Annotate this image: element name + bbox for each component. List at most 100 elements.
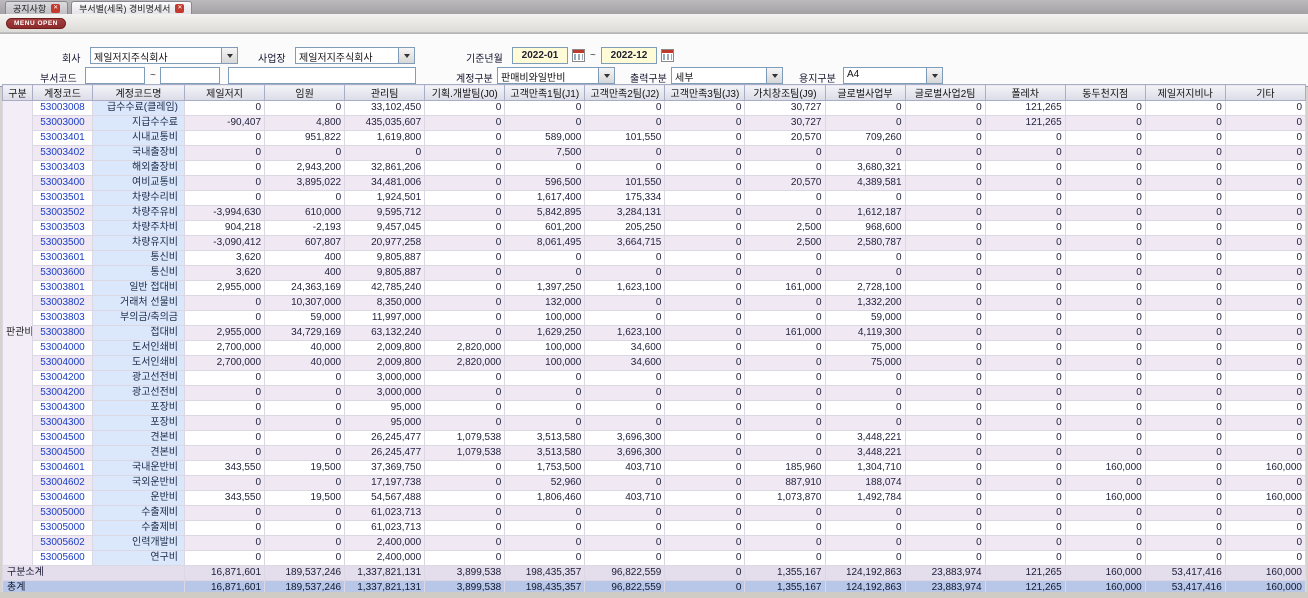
column-header[interactable]: 가치창조팀(J9) [744,84,826,101]
grid-cell[interactable]: 0 [584,265,666,281]
grid-cell[interactable]: 0 [1144,520,1226,536]
grid-cell[interactable]: 0 [904,355,986,371]
account-name-cell[interactable]: 견본비 [92,430,185,446]
grid-cell[interactable]: 101,550 [584,130,666,146]
table-row[interactable]: 53003801 일반 접대비 2,955,000 24,363,169 42,785,… [3,280,1306,296]
grid-cell[interactable]: 8,350,000 [344,295,426,311]
grid-cell[interactable]: 0 [424,250,506,266]
grid-cell[interactable]: 5,842,895 [504,205,586,221]
account-code-cell[interactable]: 53003803 [32,310,93,326]
grid-cell[interactable]: 0 [264,535,346,551]
grid-cell[interactable]: 0 [1144,295,1226,311]
grid-cell[interactable]: 160,000 [1064,460,1146,476]
grid-cell[interactable]: 0 [1064,250,1146,266]
grid-cell[interactable]: 0 [424,385,506,401]
table-row[interactable]: 53003802 거래처 선물비 0 10,307,000 8,350,000 0 132,… [3,295,1306,311]
grid-cell[interactable]: 0 [1064,100,1146,116]
grid-cell[interactable]: 0 [1224,340,1306,356]
table-row[interactable]: 53005000 수출제비 0 0 61,023,713 0 0 0 0 0 0 0 0 0 0 0 [3,505,1306,521]
grid-cell[interactable]: 0 [664,580,746,592]
grid-cell[interactable]: 0 [824,250,906,266]
table-row[interactable]: 53003800 접대비 2,955,000 34,729,169 63,132,240… [3,325,1306,341]
grid-cell[interactable]: 0 [664,490,746,506]
grid-cell[interactable]: 0 [664,445,746,461]
table-row[interactable]: 53004000 도서인쇄비 2,700,000 40,000 2,009,800 2,8… [3,340,1306,356]
grid-cell[interactable]: 26,245,477 [344,445,426,461]
account-code-cell[interactable]: 53003800 [32,325,93,341]
grid-cell[interactable]: 9,457,045 [344,220,426,236]
grid-cell[interactable]: 0 [744,430,826,446]
grid-cell[interactable]: 0 [264,100,346,116]
grid-cell[interactable]: 0 [1224,370,1306,386]
grid-cell[interactable]: 0 [183,520,266,536]
grid-cell[interactable]: 0 [664,535,746,551]
grid-cell[interactable]: 0 [1224,550,1306,566]
grid-cell[interactable]: 0 [984,235,1066,251]
grid-cell[interactable]: 0 [1064,535,1146,551]
grid-cell[interactable]: 0 [424,520,506,536]
grid-cell[interactable]: 0 [424,115,506,131]
grid-cell[interactable]: 160,000 [1224,460,1306,476]
table-row[interactable]: 53003402 국내출장비 0 0 0 0 7,500 0 0 0 0 0 0 0 0 0 [3,145,1306,161]
grid-cell[interactable]: 0 [904,400,986,416]
grid-cell[interactable]: 0 [1064,385,1146,401]
grid-cell[interactable]: 0 [424,265,506,281]
grid-cell[interactable]: 0 [504,100,586,116]
grid-cell[interactable]: 0 [744,340,826,356]
grid-cell[interactable]: 0 [824,145,906,161]
grid-cell[interactable]: 0 [424,175,506,191]
grid-cell[interactable]: 0 [1224,280,1306,296]
grid-cell[interactable]: 0 [904,475,986,491]
grid-cell[interactable]: 0 [664,295,746,311]
grid-cell[interactable]: 2,580,787 [824,235,906,251]
grid-cell[interactable]: 0 [424,235,506,251]
grid-cell[interactable]: 0 [1144,100,1226,116]
account-code-cell[interactable]: 53003601 [32,250,93,266]
column-header[interactable]: 글로벌사업2팀 [904,84,986,101]
grid-cell[interactable]: 185,960 [744,460,826,476]
account-name-cell[interactable]: 차량유지비 [92,235,185,251]
grid-cell[interactable]: 0 [504,160,586,176]
grid-cell[interactable]: 0 [664,355,746,371]
grid-cell[interactable]: 0 [584,115,666,131]
grid-cell[interactable]: 0 [183,175,266,191]
grid-cell[interactable]: 0 [1144,370,1226,386]
table-row[interactable]: 53005602 인력개발비 0 0 2,400,000 0 0 0 0 0 0 0 0 0 0 0 [3,535,1306,551]
grid-cell[interactable]: 198,435,357 [504,580,586,592]
grid-cell[interactable]: 0 [424,310,506,326]
account-name-cell[interactable]: 여비교통비 [92,175,185,191]
grid-cell[interactable]: 0 [744,295,826,311]
grid-cell[interactable]: 42,785,240 [344,280,426,296]
account-code-cell[interactable]: 53004500 [32,430,93,446]
grid-cell[interactable]: 2,820,000 [424,340,506,356]
grid-cell[interactable]: 26,245,477 [344,430,426,446]
grid-cell[interactable]: 0 [1064,370,1146,386]
grid-cell[interactable]: 0 [1144,115,1226,131]
grid-cell[interactable]: 10,307,000 [264,295,346,311]
grid-cell[interactable]: 0 [1224,310,1306,326]
column-header[interactable]: 동두천지점 [1064,84,1146,101]
grid-cell[interactable]: 0 [424,550,506,566]
grid-cell[interactable]: 0 [183,385,266,401]
grid-cell[interactable]: 2,700,000 [183,355,266,371]
grid-cell[interactable]: 0 [664,520,746,536]
grid-cell[interactable]: 0 [1224,505,1306,521]
grid-cell[interactable]: 0 [664,475,746,491]
grid-cell[interactable]: 0 [1064,205,1146,221]
grid-cell[interactable]: 52,960 [504,475,586,491]
grid-cell[interactable]: 20,977,258 [344,235,426,251]
grid-cell[interactable]: 0 [824,190,906,206]
grid-cell[interactable]: 53,417,416 [1144,565,1226,581]
grid-cell[interactable]: 0 [824,505,906,521]
grid-cell[interactable]: 0 [664,415,746,431]
grid-cell[interactable]: 400 [264,265,346,281]
grid-cell[interactable]: 124,192,863 [824,580,906,592]
grid-cell[interactable]: 2,820,000 [424,355,506,371]
grid-cell[interactable]: 0 [824,520,906,536]
grid-cell[interactable]: 0 [904,310,986,326]
grid-cell[interactable]: 0 [984,400,1066,416]
grid-cell[interactable]: 96,822,559 [584,580,666,592]
grid-cell[interactable]: 0 [904,250,986,266]
grid-cell[interactable]: 0 [584,520,666,536]
grid-cell[interactable]: 0 [183,400,266,416]
